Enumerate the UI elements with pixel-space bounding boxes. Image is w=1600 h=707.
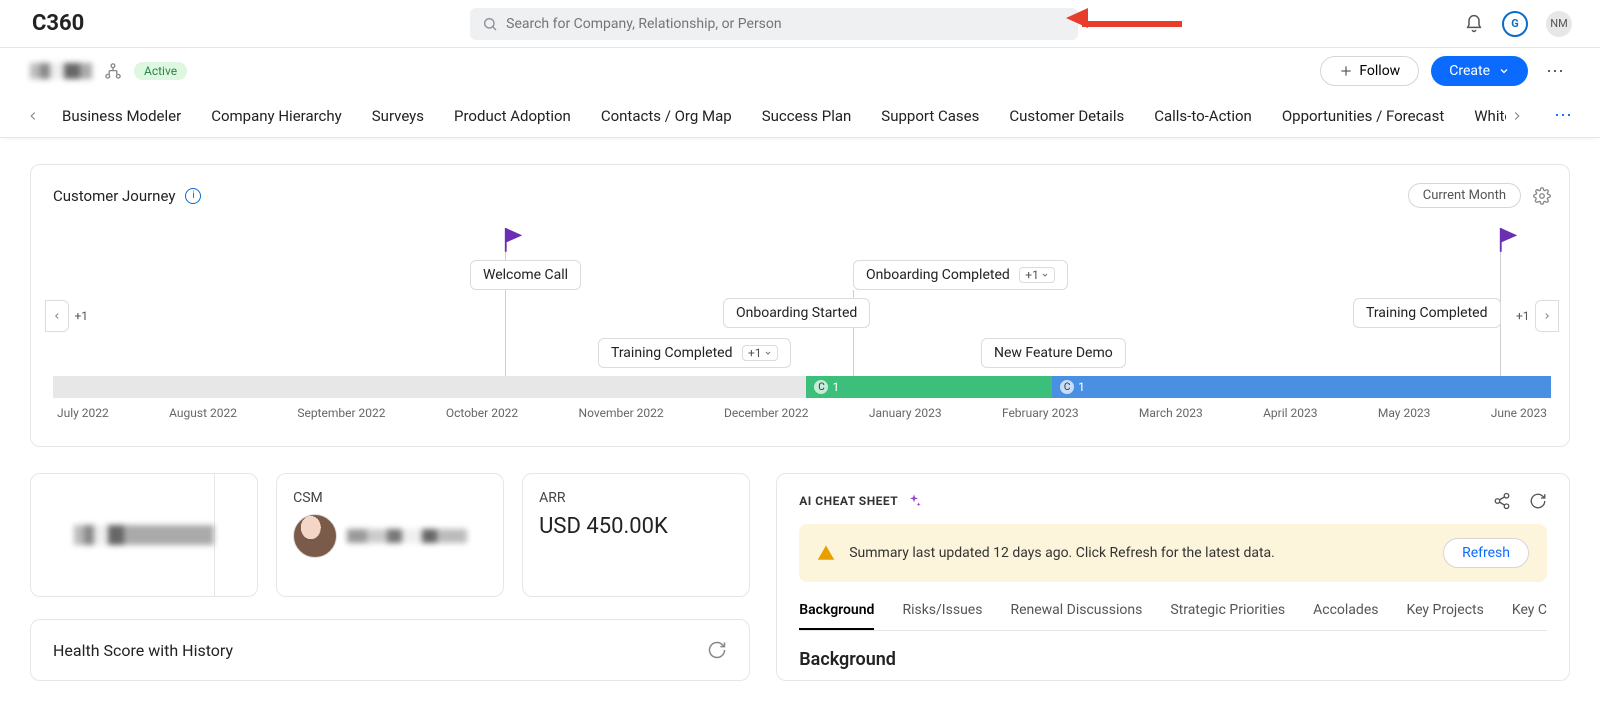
tab-success-plan[interactable]: Success Plan xyxy=(762,107,852,125)
csm-card: CSM xyxy=(276,473,504,597)
arr-value: USD 450.00K xyxy=(539,514,733,539)
tab-support-cases[interactable]: Support Cases xyxy=(881,107,979,125)
current-month-button[interactable]: Current Month xyxy=(1408,183,1521,208)
month-label: December 2022 xyxy=(724,406,809,420)
journey-phase-bar: C1 C1 xyxy=(53,376,1551,398)
follow-button[interactable]: Follow xyxy=(1320,56,1419,86)
section-heading: Background xyxy=(799,649,1547,670)
tab-calls-to-action[interactable]: Calls-to-Action xyxy=(1154,107,1252,125)
timeline-months: July 2022 August 2022 September 2022 Oct… xyxy=(53,406,1551,420)
month-label: September 2022 xyxy=(297,406,385,420)
event-onboarding-completed[interactable]: Onboarding Completed +1 xyxy=(853,260,1068,290)
customer-journey-card: Customer Journey i Current Month +1 +1 xyxy=(30,164,1570,447)
month-label: October 2022 xyxy=(446,406,518,420)
month-label: June 2023 xyxy=(1491,406,1547,420)
arr-label: ARR xyxy=(539,490,733,506)
org-badge[interactable]: G xyxy=(1502,11,1528,37)
tab-opportunities-forecast[interactable]: Opportunities / Forecast xyxy=(1282,107,1444,125)
month-label: November 2022 xyxy=(579,406,664,420)
cs-tab-key-c[interactable]: Key C xyxy=(1512,602,1547,630)
stale-summary-banner: Summary last updated 12 days ago. Click … xyxy=(799,524,1547,582)
global-search[interactable] xyxy=(470,8,1078,40)
event-training-completed-1[interactable]: Training Completed +1 xyxy=(598,338,791,368)
csm-name-redacted xyxy=(347,529,467,543)
user-avatar[interactable]: NM xyxy=(1546,11,1572,37)
banner-text: Summary last updated 12 days ago. Click … xyxy=(849,545,1429,561)
phase-count: 1 xyxy=(1078,380,1085,394)
month-label: January 2023 xyxy=(869,406,942,420)
month-label: August 2022 xyxy=(169,406,237,420)
flag-icon xyxy=(503,226,525,252)
create-button[interactable]: Create xyxy=(1431,56,1528,86)
cs-tab-background[interactable]: Background xyxy=(799,602,874,630)
chevron-down-icon xyxy=(1498,63,1510,79)
csm-avatar[interactable] xyxy=(293,514,337,558)
event-training-completed-2[interactable]: Training Completed xyxy=(1353,298,1501,328)
event-welcome-call[interactable]: Welcome Call xyxy=(470,260,581,290)
app-title: C360 xyxy=(32,11,84,36)
event-label: Training Completed xyxy=(611,345,733,361)
plus-icon xyxy=(1339,63,1353,79)
csm-label: CSM xyxy=(293,490,487,506)
event-new-feature-demo[interactable]: New Feature Demo xyxy=(981,338,1126,368)
search-input[interactable] xyxy=(506,16,1066,32)
status-badge: Active xyxy=(134,62,187,80)
tab-surveys[interactable]: Surveys xyxy=(372,107,424,125)
event-onboarding-started[interactable]: Onboarding Started xyxy=(723,298,870,328)
timeline-prev[interactable]: +1 xyxy=(45,300,69,332)
month-label: March 2023 xyxy=(1139,406,1203,420)
refresh-icon[interactable] xyxy=(1529,492,1547,510)
create-label: Create xyxy=(1449,63,1490,79)
month-label: May 2023 xyxy=(1378,406,1431,420)
refresh-icon[interactable] xyxy=(707,640,727,660)
month-label: April 2023 xyxy=(1263,406,1317,420)
event-label: Onboarding Completed xyxy=(866,267,1010,283)
cs-tab-accolades[interactable]: Accolades xyxy=(1313,602,1378,630)
sparkle-icon xyxy=(906,493,922,509)
tab-product-adoption[interactable]: Product Adoption xyxy=(454,107,571,125)
health-score-card: Health Score with History xyxy=(30,619,750,681)
cheat-sheet-tabs: Background Risks/Issues Renewal Discussi… xyxy=(799,602,1547,631)
tabs-scroll-left[interactable] xyxy=(22,104,44,128)
tab-company-hierarchy[interactable]: Company Hierarchy xyxy=(211,107,342,125)
warning-icon xyxy=(817,544,835,562)
journey-title: Customer Journey xyxy=(53,187,175,205)
event-more-chip[interactable]: +1 xyxy=(1019,267,1055,283)
flag-icon xyxy=(1498,226,1520,252)
share-icon[interactable] xyxy=(1493,492,1511,510)
timeline-next[interactable]: +1 xyxy=(1535,300,1559,332)
cs-tab-projects[interactable]: Key Projects xyxy=(1406,602,1483,630)
refresh-button[interactable]: Refresh xyxy=(1443,538,1529,568)
tab-business-modeler[interactable]: Business Modeler xyxy=(62,107,181,125)
cs-tab-renewal[interactable]: Renewal Discussions xyxy=(1010,602,1142,630)
follow-label: Follow xyxy=(1359,63,1400,79)
notifications-icon[interactable] xyxy=(1464,14,1484,34)
info-icon[interactable]: i xyxy=(185,188,201,204)
tabs-list: Business Modeler Company Hierarchy Surve… xyxy=(44,107,1506,125)
tab-contacts-org-map[interactable]: Contacts / Org Map xyxy=(601,107,732,125)
arr-card: ARR USD 450.00K xyxy=(522,473,750,597)
logo-card xyxy=(30,473,258,597)
gear-icon[interactable] xyxy=(1533,187,1551,205)
search-icon xyxy=(482,15,498,31)
company-name-redacted xyxy=(30,63,92,79)
cs-tab-risks[interactable]: Risks/Issues xyxy=(902,602,982,630)
tab-customer-details[interactable]: Customer Details xyxy=(1009,107,1124,125)
more-menu-icon[interactable]: ⋯ xyxy=(1540,61,1570,82)
ai-cheat-sheet-panel: AI CHEAT SHEET Summary last upd xyxy=(776,473,1570,681)
month-label: July 2022 xyxy=(57,406,109,420)
hierarchy-icon[interactable] xyxy=(104,62,122,80)
tab-whitespace[interactable]: Whitespace xyxy=(1474,107,1506,125)
logo-redacted xyxy=(74,525,214,545)
phase-count: 1 xyxy=(832,380,839,394)
timeline-prev-count: +1 xyxy=(74,309,88,323)
health-score-title: Health Score with History xyxy=(53,641,233,660)
cs-tab-strategic[interactable]: Strategic Priorities xyxy=(1170,602,1285,630)
month-label: February 2023 xyxy=(1002,406,1079,420)
tabs-scroll-right[interactable] xyxy=(1506,104,1528,128)
timeline-next-count: +1 xyxy=(1516,309,1530,323)
cheat-sheet-title: AI CHEAT SHEET xyxy=(799,494,898,508)
tabs-overflow-menu[interactable]: ⋯ xyxy=(1548,105,1578,126)
event-more-chip[interactable]: +1 xyxy=(742,345,778,361)
